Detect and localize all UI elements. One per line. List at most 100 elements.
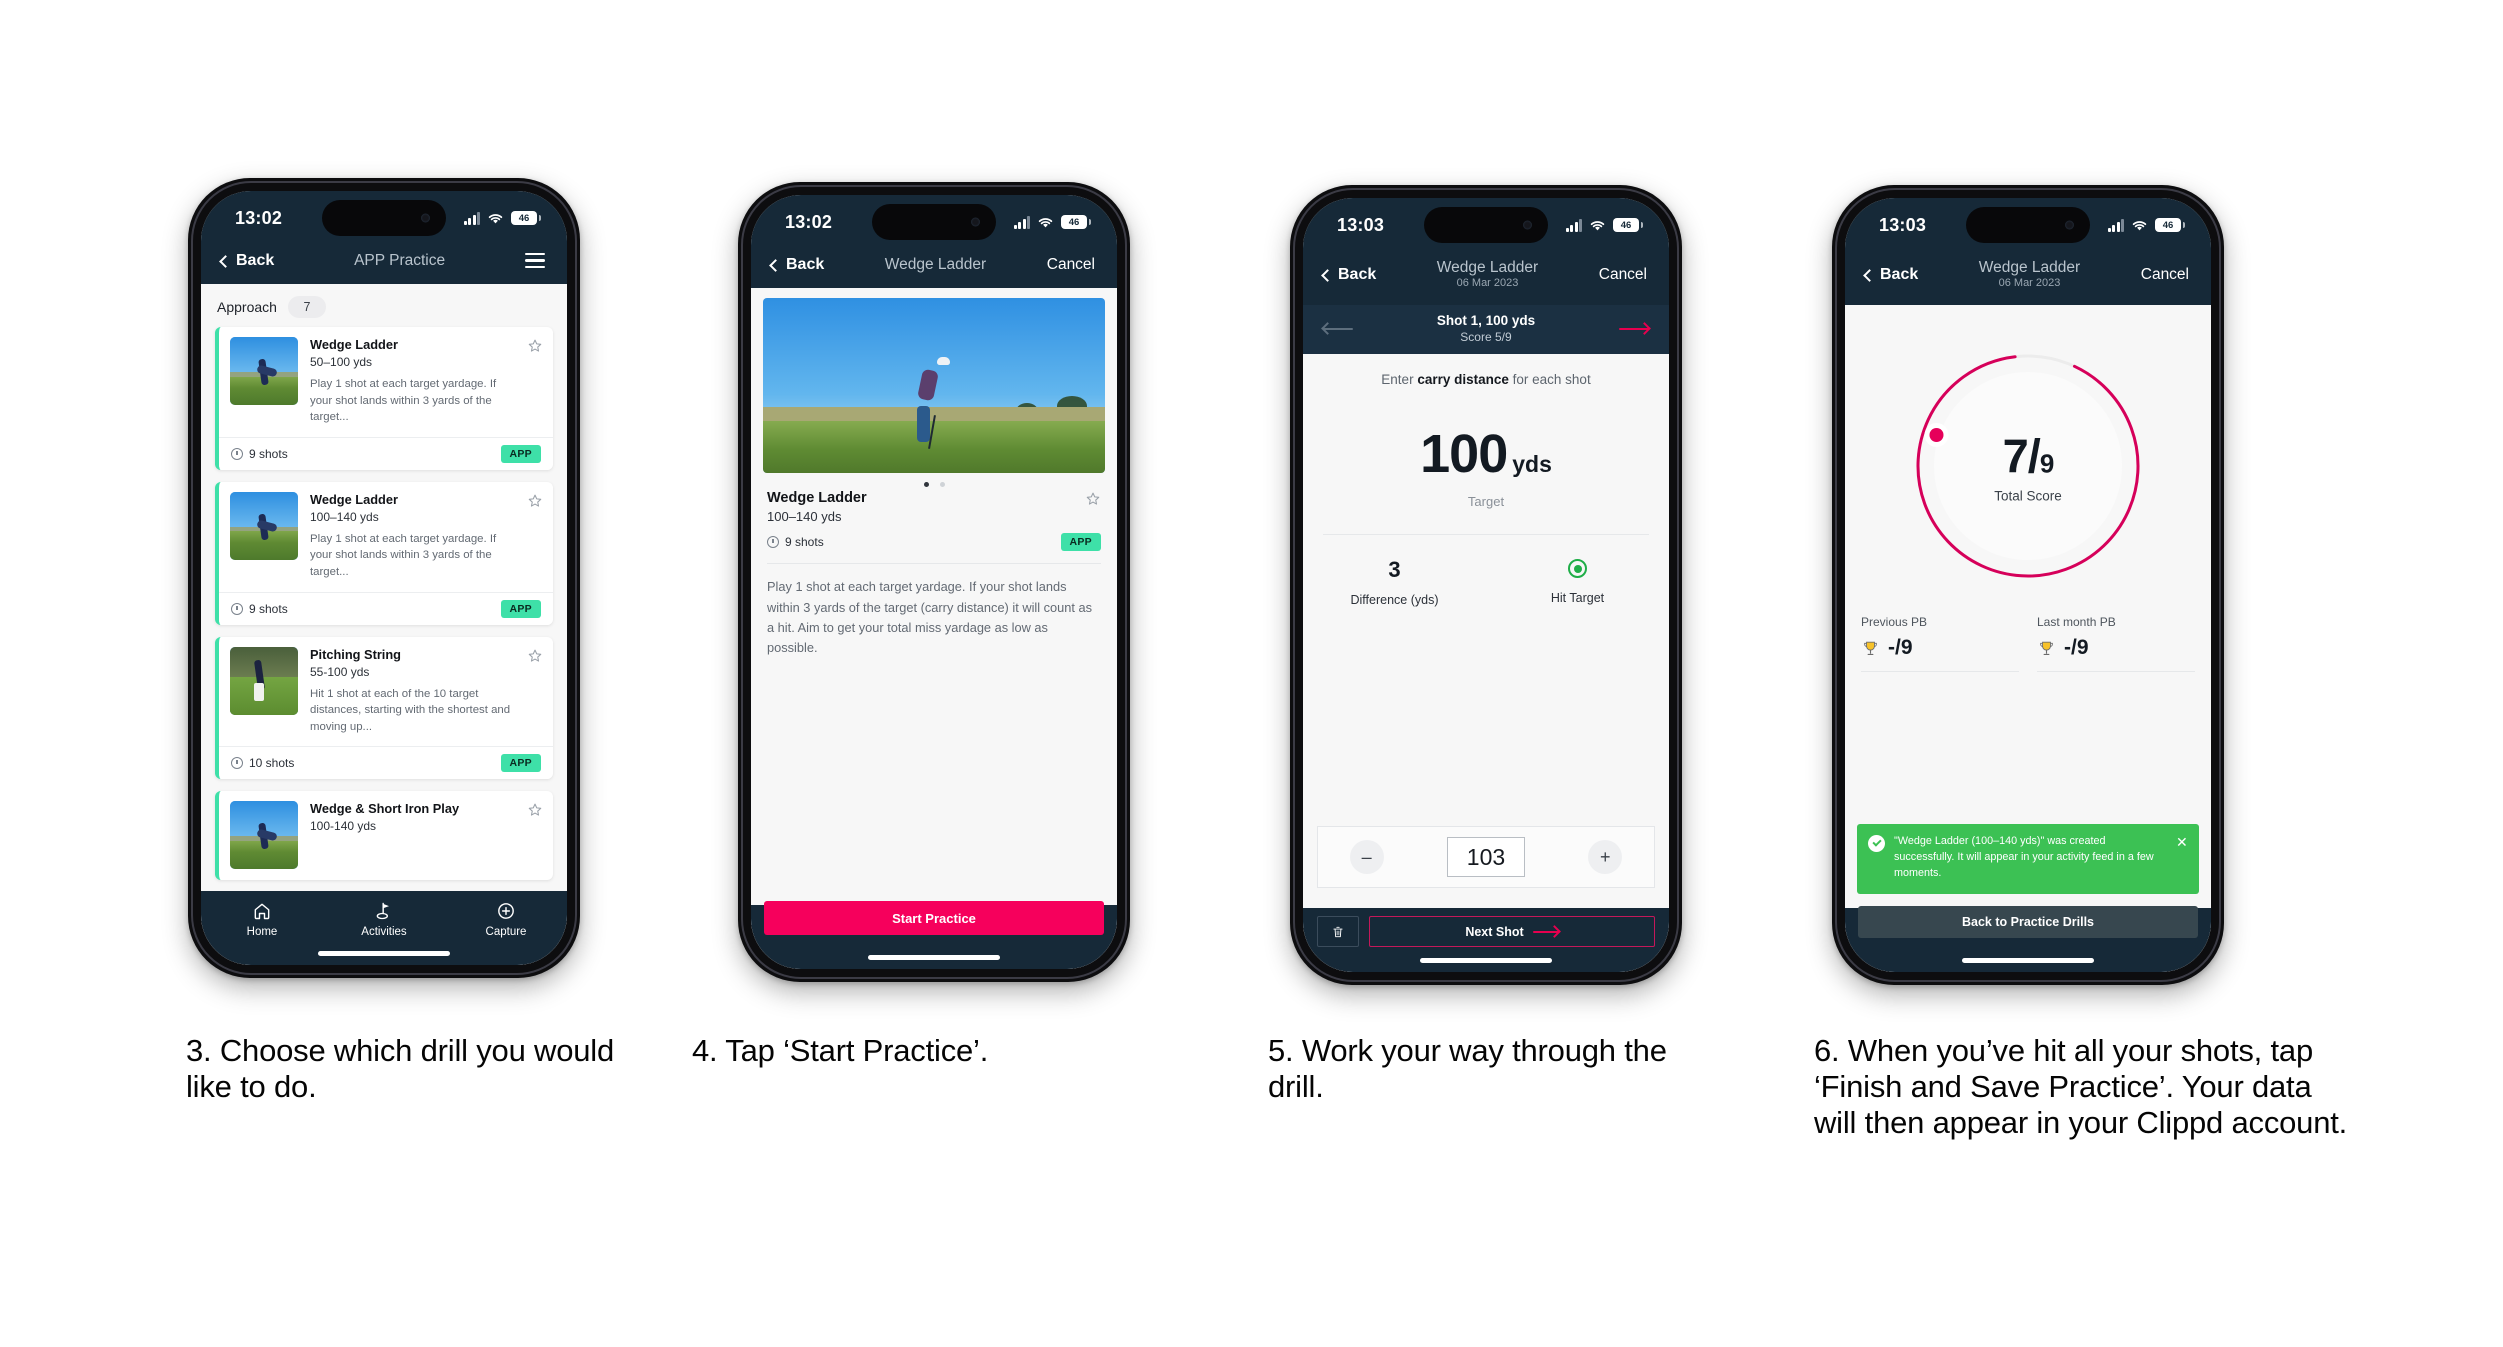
star-icon[interactable] — [527, 493, 543, 509]
cellular-signal-icon — [1013, 215, 1030, 229]
caption-step-3: 3. Choose which drill you would like to … — [186, 1033, 615, 1104]
drill-info: Wedge Ladder 100–140 yds Play 1 shot at … — [310, 492, 515, 581]
previous-shot-arrow-icon[interactable] — [1321, 322, 1353, 336]
hamburger-icon[interactable] — [524, 253, 545, 269]
last-month-pb: Last month PB -/9 — [2037, 615, 2195, 673]
tutorial-board: 13:02 46 Back APP Practice Approach 7 We… — [0, 0, 2503, 1347]
shot-stats: 3 Difference (yds) Hit Target — [1303, 557, 1669, 607]
carousel-dot[interactable] — [939, 482, 945, 488]
cancel-button[interactable]: Cancel — [2141, 266, 2189, 284]
total-score-value: 7/9 — [2002, 429, 2055, 483]
wifi-icon — [1590, 220, 1605, 230]
star-icon[interactable] — [1085, 491, 1101, 507]
start-practice-button[interactable]: Start Practice — [764, 901, 1104, 935]
check-circle-icon — [1868, 835, 1885, 853]
back-button[interactable]: Back — [769, 256, 824, 274]
back-label: Back — [1338, 265, 1377, 283]
drill-footer: 9 shots APP — [219, 436, 553, 470]
chevron-left-icon — [769, 258, 782, 272]
carry-distance-input[interactable]: 103 — [1446, 837, 1525, 877]
battery-indicator: 46 — [1613, 218, 1643, 232]
caption-step-6: 6. When you’ve hit all your shots, tap ‘… — [1814, 1033, 2348, 1140]
drill-range: 55-100 yds — [310, 664, 370, 679]
drill-thumbnail — [230, 646, 298, 715]
shot-title: Shot 1, 100 yds — [1436, 313, 1536, 329]
drill-body: Wedge & Short Iron Play 100-140 yds — [219, 791, 553, 880]
plus-circle-icon — [498, 903, 514, 919]
next-shot-button[interactable]: Next Shot — [1369, 916, 1655, 947]
star-icon[interactable] — [527, 648, 543, 664]
category-badge: APP — [500, 599, 541, 618]
dynamic-island — [1424, 207, 1548, 243]
carousel-dot-active[interactable] — [923, 482, 929, 488]
status-indicators: 46 — [1565, 218, 1643, 232]
trophy-icon — [1864, 641, 1877, 655]
hint-suffix: for each shot — [1508, 372, 1591, 388]
phone-summary: 13:03 46 Back Wedge Ladder 06 Mar 2023 C… — [1832, 185, 2224, 985]
hint-bold: carry distance — [1417, 372, 1509, 388]
drill-range: 100–140 yds — [310, 509, 379, 524]
page-title: Wedge Ladder 06 Mar 2023 — [1437, 258, 1538, 291]
arrow-right-icon — [1532, 925, 1561, 939]
wifi-icon — [488, 213, 503, 223]
drill-thumbnail — [230, 337, 298, 406]
tab-home[interactable]: Home — [202, 901, 323, 938]
tab-capture[interactable]: Capture — [446, 901, 567, 938]
target-value: 100 — [1420, 424, 1508, 485]
back-button[interactable]: Back — [219, 252, 274, 270]
back-label: Back — [1880, 265, 1919, 283]
chevron-left-icon — [219, 254, 232, 268]
back-button[interactable]: Back — [1863, 265, 1919, 284]
pb-title: Last month PB — [2037, 615, 2116, 630]
drill-body: Pitching String 55-100 yds Hit 1 shot at… — [219, 637, 553, 747]
drill-description: Play 1 shot at each target yardage. If y… — [310, 378, 497, 424]
carry-distance-stepper[interactable]: – 103 + — [1317, 826, 1655, 888]
phone-drill-detail: 13:02 46 Back Wedge Ladder Cancel Wedge … — [738, 182, 1130, 982]
drill-footer: 9 shots APP — [219, 591, 553, 625]
personal-bests: Previous PB -/9 Last month PB -/9 — [1845, 615, 2211, 673]
drill-name: Pitching String — [310, 646, 401, 662]
phone2-body: Wedge Ladder 100–140 yds 9 shots APP Pla… — [751, 288, 1117, 969]
trophy-icon — [2040, 641, 2053, 655]
phone4-status-bar: 13:03 46 — [1845, 198, 2211, 252]
decrement-button[interactable]: – — [1349, 840, 1384, 874]
list-item[interactable]: Wedge Ladder 100–140 yds Play 1 shot at … — [215, 481, 553, 625]
next-shot-arrow-icon[interactable] — [1618, 322, 1651, 336]
score-ring-wrap: 7/9 Total Score — [1845, 343, 2211, 589]
tab-activities[interactable]: Activities — [324, 901, 445, 938]
drill-range: 100–140 yds — [767, 509, 842, 525]
drill-description: Hit 1 shot at each of the 10 target dist… — [310, 687, 511, 733]
drill-name: Wedge Ladder — [310, 491, 398, 507]
pb-value-row: -/9 — [1861, 636, 2019, 673]
back-button[interactable]: Back — [1321, 265, 1377, 284]
drill-footer: 10 shots APP — [219, 746, 553, 780]
back-to-practice-drills-button[interactable]: Back to Practice Drills — [1858, 906, 2198, 938]
golf-flag-icon — [376, 902, 389, 920]
stat-label: Hit Target — [1550, 591, 1605, 606]
close-icon[interactable]: ✕ — [2176, 835, 2188, 882]
drill-description: Play 1 shot at each target yardage. If y… — [767, 579, 1093, 656]
star-icon[interactable] — [527, 802, 543, 818]
list-item[interactable]: Wedge & Short Iron Play 100-140 yds — [215, 791, 553, 881]
clock-icon — [231, 447, 243, 460]
page-title: Wedge Ladder — [884, 256, 987, 273]
cancel-button[interactable]: Cancel — [1047, 256, 1095, 274]
target-caption: Target — [1467, 494, 1505, 510]
cellular-signal-icon — [2107, 218, 2124, 232]
caption-step-4: 4. Tap ‘Start Practice’. — [692, 1033, 989, 1068]
drill-description: Play 1 shot at each target yardage. If y… — [310, 532, 497, 578]
dynamic-island — [1966, 207, 2090, 243]
list-item[interactable]: Wedge Ladder 50–100 yds Play 1 shot at e… — [215, 327, 553, 470]
score-ring-center: 7/9 Total Score — [1994, 429, 2062, 504]
increment-button[interactable]: + — [1588, 840, 1623, 874]
cancel-button[interactable]: Cancel — [1599, 266, 1647, 284]
drill-list: Wedge Ladder 50–100 yds Play 1 shot at e… — [201, 327, 567, 881]
list-item[interactable]: Pitching String 55-100 yds Hit 1 shot at… — [215, 636, 553, 780]
target-unit: yds — [1512, 451, 1552, 478]
carousel-dots[interactable] — [751, 473, 1117, 490]
phone2-screen: 13:02 46 Back Wedge Ladder Cancel Wedge … — [751, 195, 1117, 969]
star-icon[interactable] — [527, 338, 543, 354]
delete-shot-button[interactable] — [1317, 916, 1359, 947]
status-indicators: 46 — [1013, 215, 1091, 229]
phone4-screen: 13:03 46 Back Wedge Ladder 06 Mar 2023 C… — [1845, 198, 2211, 972]
